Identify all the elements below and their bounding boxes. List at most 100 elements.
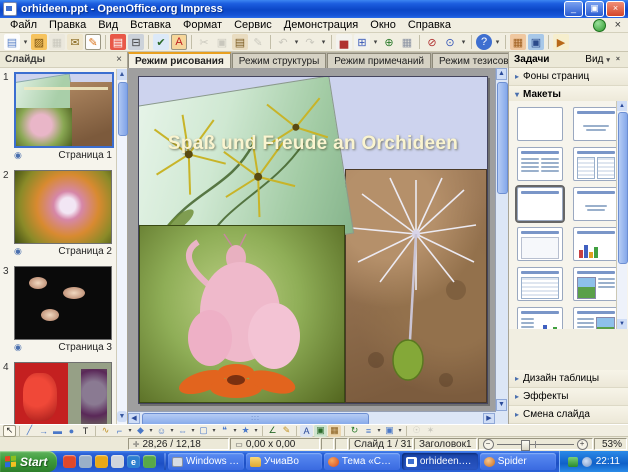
- tasks-panel-close-icon[interactable]: ×: [616, 56, 620, 63]
- clock[interactable]: 22:11: [596, 456, 620, 467]
- tab-drawing-view[interactable]: Режим рисования: [128, 52, 231, 68]
- slides-panel-close-icon[interactable]: ×: [116, 54, 122, 65]
- layout-title-clipart-text[interactable]: [573, 267, 619, 301]
- zoom-slider[interactable]: − +: [478, 438, 593, 450]
- layout-title-text-chart[interactable]: [517, 307, 563, 329]
- slide-canvas[interactable]: Spaß und Freude an Orchideen: [138, 76, 488, 404]
- glue-points-icon[interactable]: ✎: [280, 425, 293, 437]
- hyperlink-icon[interactable]: ⊕: [381, 34, 397, 50]
- block-arrows-dropdown-icon[interactable]: ▾: [190, 425, 196, 437]
- new-document-icon[interactable]: ▤: [4, 34, 20, 50]
- menu-window[interactable]: Окно: [364, 18, 402, 32]
- scroll-down-icon[interactable]: ▼: [117, 411, 127, 422]
- flowchart-dropdown-icon[interactable]: ▾: [211, 425, 217, 437]
- gallery2-icon[interactable]: ▦: [328, 425, 341, 437]
- alignment-icon[interactable]: ≡: [362, 425, 375, 437]
- horizontal-scrollbar[interactable]: ◀ ::: ▶: [128, 411, 508, 424]
- section-master-pages[interactable]: ▸ Фоны страниц: [509, 68, 628, 86]
- basic-shapes-icon[interactable]: ◆: [134, 425, 147, 437]
- opera-icon[interactable]: [63, 455, 76, 468]
- scroll-right-icon[interactable]: ▶: [483, 413, 495, 424]
- flowchart-icon[interactable]: ▢: [197, 425, 210, 437]
- export-pdf-icon[interactable]: ▤: [110, 34, 126, 50]
- line-icon[interactable]: ╱: [23, 425, 36, 437]
- undo-icon[interactable]: ↶: [275, 34, 291, 50]
- layout-title-only-selected[interactable]: [517, 187, 563, 221]
- cut-icon[interactable]: ✂: [196, 34, 212, 50]
- rectangle-icon[interactable]: ▬: [51, 425, 64, 437]
- scrollbar-thumb[interactable]: [618, 112, 628, 264]
- white-spider-flower-photo[interactable]: [345, 169, 487, 403]
- rotate-icon[interactable]: ↻: [348, 425, 361, 437]
- tab-handout-view[interactable]: Режим тезисов: [432, 53, 516, 68]
- restore-button[interactable]: ▣: [585, 1, 604, 17]
- minimize-button[interactable]: _: [564, 1, 583, 17]
- scroll-up-icon[interactable]: ▲: [117, 69, 127, 80]
- title-bar[interactable]: orhideen.ppt - OpenOffice.org Impress _ …: [0, 0, 628, 18]
- email-icon[interactable]: ✉: [67, 34, 83, 50]
- basic-shapes-dropdown-icon[interactable]: ▾: [148, 425, 154, 437]
- menu-view[interactable]: Вид: [92, 18, 124, 32]
- slide-thumbnail-3[interactable]: 3 ◉ Страница 3: [14, 266, 112, 353]
- ellipse-icon[interactable]: ●: [65, 425, 78, 437]
- connector-icon[interactable]: ⌐: [113, 425, 126, 437]
- menu-tools[interactable]: Сервис: [228, 18, 278, 32]
- image-icon[interactable]: ▣: [528, 34, 544, 50]
- layout-title-two-lists[interactable]: [517, 147, 563, 181]
- menu-slideshow[interactable]: Демонстрация: [278, 18, 365, 32]
- update-notification-icon[interactable]: [593, 19, 606, 32]
- presentation-icon[interactable]: ▶: [553, 34, 569, 50]
- zoom-icon[interactable]: ⊙: [442, 34, 458, 50]
- orchid-mantis-photo[interactable]: [139, 225, 345, 403]
- tab-outline-view[interactable]: Режим структуры: [232, 53, 326, 68]
- display-grid-icon[interactable]: ⊘: [424, 34, 440, 50]
- edit-file-icon[interactable]: ✎: [85, 34, 101, 50]
- chevron-down-icon[interactable]: ▾: [606, 56, 610, 64]
- zoom-percentage[interactable]: 53%: [594, 438, 627, 450]
- scroll-down-icon[interactable]: ▼: [496, 399, 507, 411]
- text-icon[interactable]: T: [79, 425, 92, 437]
- alignment-dropdown-icon[interactable]: ▾: [376, 425, 382, 437]
- slides-panel-scrollbar[interactable]: ▲ ▼: [116, 69, 127, 424]
- fontwork-icon[interactable]: A: [300, 425, 313, 437]
- slide-title-text[interactable]: Spaß und Freude an Orchideen: [139, 133, 487, 155]
- slide-thumbnail-1[interactable]: 1 ◉ Страница 1: [14, 72, 112, 161]
- task-browser[interactable]: Тема «Сер...: [324, 453, 400, 470]
- zoom-slider-handle[interactable]: [521, 440, 530, 451]
- interaction-icon[interactable]: ☉: [410, 425, 423, 437]
- zoom-in-icon[interactable]: +: [577, 439, 588, 450]
- vertical-scrollbar[interactable]: ▲ ▼: [495, 68, 508, 411]
- save-icon[interactable]: ▦: [49, 34, 65, 50]
- tasks-view-menu[interactable]: Вид: [585, 54, 603, 65]
- arrange-dropdown-icon[interactable]: ▾: [397, 425, 403, 437]
- select-icon[interactable]: ↖: [3, 425, 16, 437]
- section-table-design[interactable]: ▸ Дизайн таблицы: [509, 370, 628, 388]
- tab-notes-view[interactable]: Режим примечаний: [327, 53, 431, 68]
- slide-4-thumb-image[interactable]: [14, 362, 112, 424]
- menu-help[interactable]: Справка: [402, 18, 457, 32]
- layout-title-text[interactable]: [573, 107, 619, 141]
- callouts-dropdown-icon[interactable]: ▾: [232, 425, 238, 437]
- table-dropdown-icon[interactable]: ▾: [372, 34, 379, 50]
- paste-icon[interactable]: ▤: [232, 34, 248, 50]
- visibility-eye-icon[interactable]: ◉: [14, 150, 22, 161]
- copy-icon[interactable]: ▣: [214, 34, 230, 50]
- symbol-shapes-dropdown-icon[interactable]: ▾: [169, 425, 175, 437]
- media-player-icon[interactable]: [79, 455, 92, 468]
- callouts-icon[interactable]: ❝: [218, 425, 231, 437]
- task-windows-ta[interactable]: Windows Ta...: [168, 453, 244, 470]
- grid-icon[interactable]: ▦: [399, 34, 415, 50]
- open-icon[interactable]: ▨: [31, 34, 47, 50]
- layout-title-chart[interactable]: [573, 227, 619, 261]
- layout-title-content[interactable]: [517, 227, 563, 261]
- menu-insert[interactable]: Вставка: [124, 18, 177, 32]
- slide-workspace[interactable]: Spaß und Freude an Orchideen: [128, 68, 508, 411]
- block-arrows-icon[interactable]: ⇔: [176, 425, 189, 437]
- arrow-icon[interactable]: →: [37, 425, 50, 437]
- winamp-icon[interactable]: [95, 455, 108, 468]
- close-button[interactable]: ×: [606, 1, 625, 17]
- toolbar-options-icon[interactable]: ▾: [494, 34, 501, 50]
- effects-icon[interactable]: ✶: [424, 425, 437, 437]
- menu-edit[interactable]: Правка: [43, 18, 92, 32]
- slide-2-thumb-image[interactable]: [14, 170, 112, 244]
